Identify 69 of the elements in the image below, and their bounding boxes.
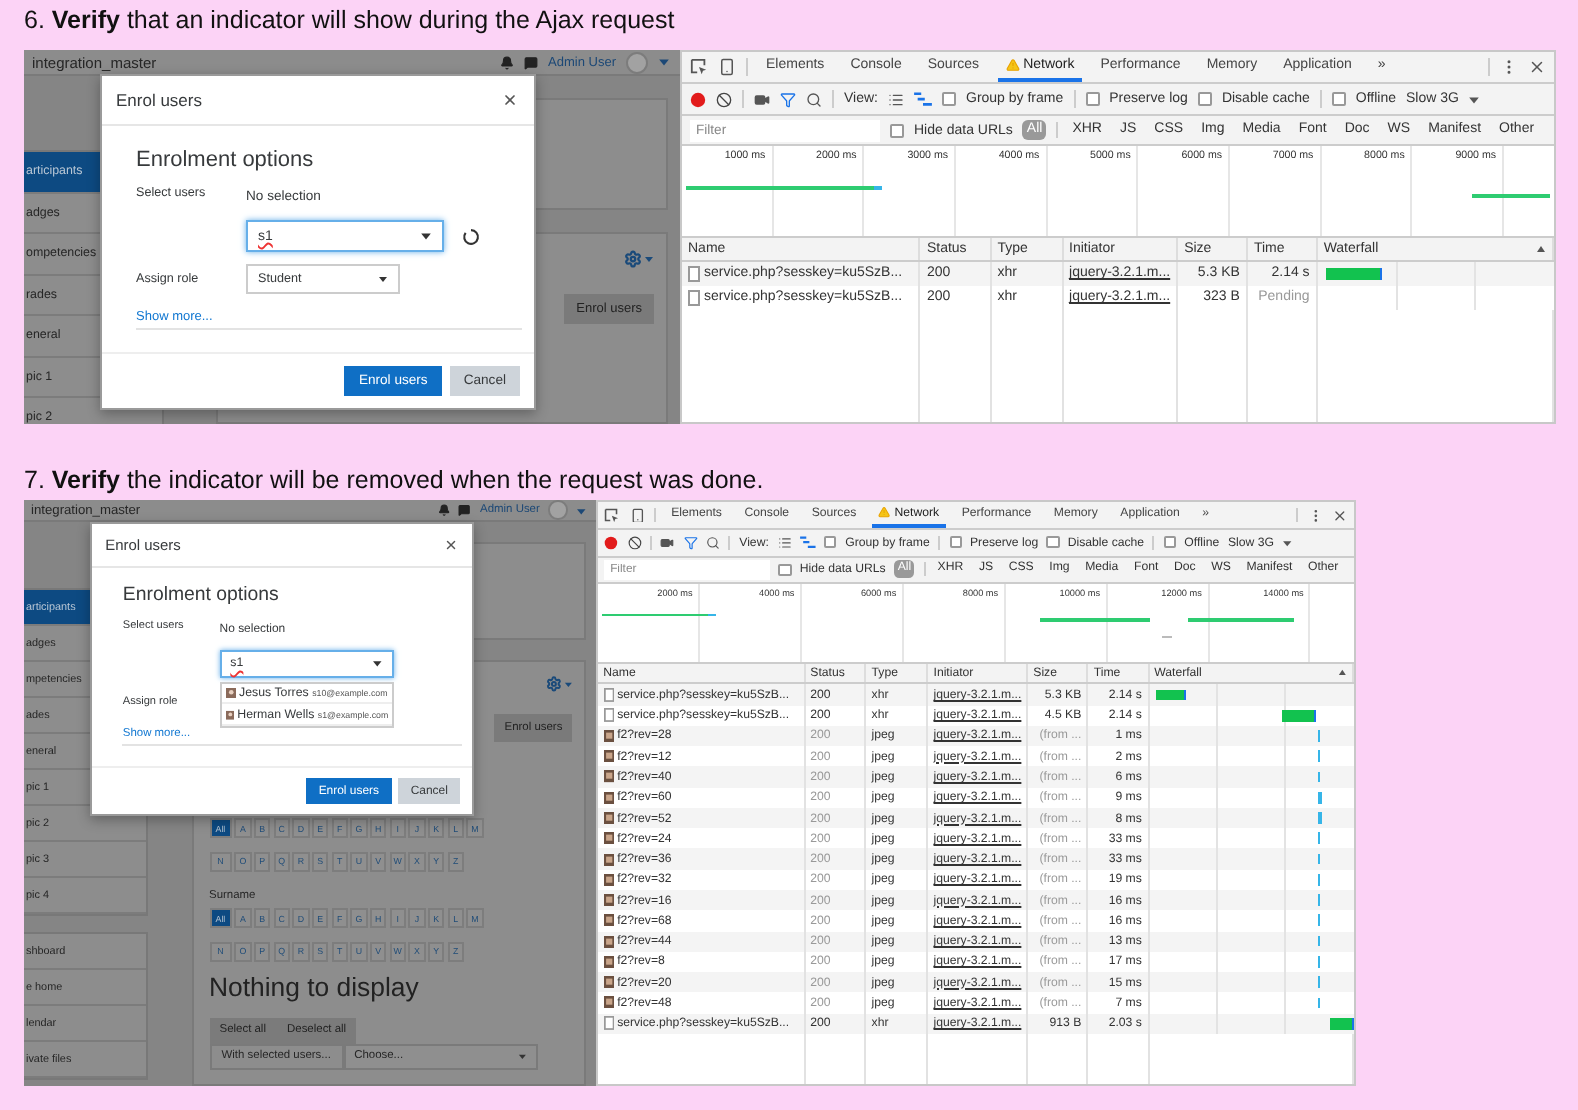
checkbox[interactable]	[890, 123, 904, 137]
waterfall-bar	[1325, 267, 1383, 281]
step-caption: 6. Verify that an indicator will show during the Ajax request	[24, 6, 675, 34]
empty-message: Nothing to display	[209, 971, 419, 1004]
updown-caret-icon	[378, 274, 388, 284]
user-picture-icon	[225, 709, 234, 720]
checkbox[interactable]	[1085, 92, 1100, 106]
warning-icon	[878, 506, 892, 519]
search-icon[interactable]	[806, 91, 822, 107]
updown-caret-icon	[517, 1052, 527, 1062]
caret-icon	[372, 658, 383, 670]
waterfall-bar	[1155, 689, 1186, 701]
waterfall-bar	[1329, 1017, 1354, 1030]
bell-icon[interactable]	[500, 55, 515, 69]
checkbox[interactable]	[942, 92, 956, 106]
filter-icon[interactable]	[780, 91, 796, 107]
timeline-bar	[1161, 635, 1173, 639]
timeline-bar	[1040, 618, 1150, 622]
inspect-element-icon[interactable]	[690, 58, 708, 76]
caret-icon	[658, 56, 670, 68]
timeline-bar	[1471, 194, 1550, 197]
settings-menu-button[interactable]	[624, 250, 654, 268]
file-icon	[603, 1016, 614, 1031]
gear-icon	[546, 676, 563, 692]
checkbox[interactable]	[1046, 536, 1060, 549]
device-toolbar-icon[interactable]	[629, 507, 645, 523]
checkbox[interactable]	[1197, 92, 1212, 106]
search-icon[interactable]	[706, 535, 720, 550]
checkbox[interactable]	[1331, 92, 1346, 106]
step-caption: 7. Verify the indicator will be removed when the request was done.	[24, 466, 764, 494]
list-view-icon[interactable]	[777, 535, 792, 550]
inspect-element-icon[interactable]	[604, 507, 621, 523]
checkbox[interactable]	[824, 536, 837, 549]
close-icon[interactable]	[1528, 58, 1546, 76]
camera-icon[interactable]	[754, 91, 770, 107]
list-view-icon[interactable]	[888, 91, 904, 107]
close-icon[interactable]	[502, 92, 518, 108]
timeline-bar	[1187, 618, 1294, 622]
caret-icon	[576, 505, 588, 516]
close-icon[interactable]	[1331, 507, 1348, 523]
waterfall-view-icon[interactable]	[914, 91, 932, 107]
close-icon[interactable]	[444, 537, 459, 552]
caret-icon	[644, 254, 654, 264]
checkbox[interactable]	[1163, 536, 1176, 549]
gear-icon	[624, 250, 642, 268]
caret-icon	[564, 679, 573, 689]
settings-menu-button[interactable]	[546, 676, 573, 692]
camera-icon[interactable]	[660, 535, 675, 550]
waterfall-bar	[1282, 709, 1316, 722]
filter-icon[interactable]	[683, 535, 698, 550]
warning-icon	[1005, 58, 1020, 72]
clear-icon[interactable]	[716, 91, 732, 107]
clear-icon[interactable]	[627, 535, 642, 550]
chat-icon[interactable]	[458, 504, 472, 517]
caret-icon	[1468, 93, 1481, 105]
record-icon[interactable]	[690, 91, 706, 107]
caret-icon	[1282, 537, 1294, 548]
waterfall-view-icon[interactable]	[800, 535, 816, 550]
caret-icon	[420, 230, 432, 242]
checkbox[interactable]	[949, 536, 962, 549]
record-icon[interactable]	[604, 535, 619, 550]
modal-title: Enrol users	[116, 90, 202, 110]
sort-arrow-icon	[1536, 244, 1546, 254]
device-toolbar-icon[interactable]	[718, 58, 736, 76]
sort-arrow-icon	[1338, 668, 1347, 678]
checkbox[interactable]	[778, 563, 792, 576]
user-picture-icon	[225, 688, 236, 699]
chat-icon[interactable]	[524, 55, 539, 69]
bell-icon[interactable]	[437, 504, 451, 517]
